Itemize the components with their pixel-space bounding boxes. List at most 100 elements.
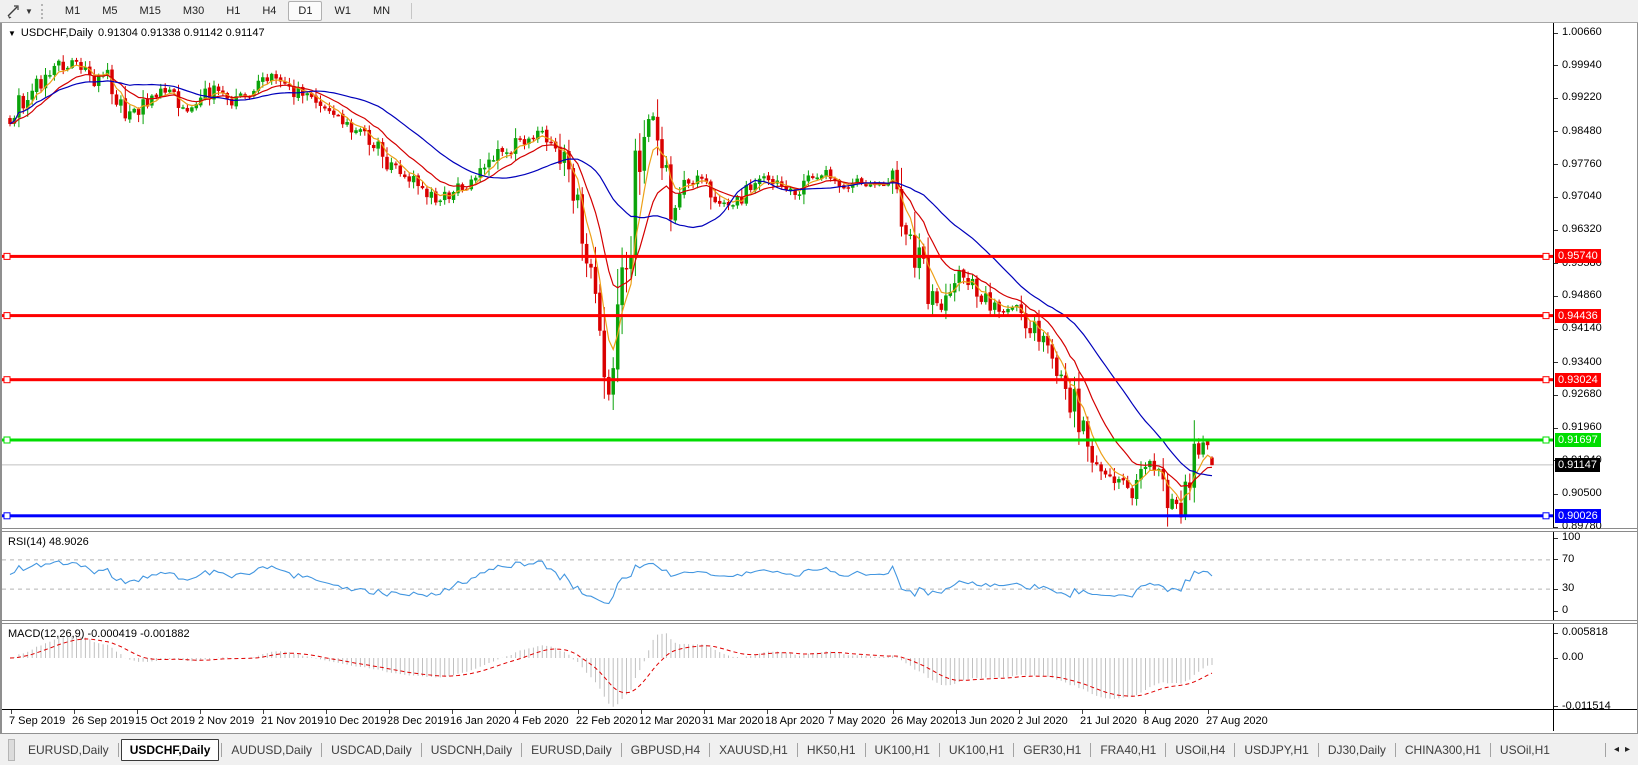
rsi-canvas[interactable] [2,532,1553,620]
date-label: 18 Apr 2020 [765,715,825,727]
chart-tab-ger30-h1[interactable]: GER30,H1 [1016,739,1088,761]
price-axis-tick: 0.90500 [1562,487,1602,499]
price-axis-tick: 0.93400 [1562,356,1602,368]
price-tick-mark [1554,65,1558,66]
hline-price-tag: 0.94436 [1555,309,1601,323]
rsi-label: RSI(14) 48.9026 [8,536,89,548]
timeframe-button-m15[interactable]: M15 [129,1,170,21]
date-tick-mark [389,710,390,714]
tab-scroll-right-icon[interactable]: ▸ [1625,744,1630,755]
chart-tab-fra40-h1[interactable]: FRA40,H1 [1093,739,1163,761]
macd-canvas[interactable] [2,624,1553,709]
chart-tab-china300-h1[interactable]: CHINA300,H1 [1398,739,1488,761]
price-tick-mark [1554,197,1558,198]
chart-tab-hk50-h1[interactable]: HK50,H1 [800,739,863,761]
date-label: 7 Sep 2019 [9,715,66,727]
date-label: 7 May 2020 [828,715,886,727]
tab-divider [420,742,422,757]
chart-tab-audusd-daily[interactable]: AUDUSD,Daily [224,739,319,761]
date-label: 21 Nov 2019 [261,715,324,727]
price-tick-mark [1554,230,1558,231]
date-tick-mark [452,710,453,714]
price-tick-mark [1554,131,1558,132]
chart-region: ▼ USDCHF,Daily 0.91304 0.91338 0.91142 0… [0,23,1638,733]
date-tick-mark [263,710,264,714]
chart-tab-usoil-h1[interactable]: USOil,H1 [1493,739,1557,761]
date-tick-mark [137,710,138,714]
chart-tab-dj30-daily[interactable]: DJ30,Daily [1321,739,1393,761]
rsi-label-text: RSI(14) 48.9026 [8,536,89,548]
macd-axis-tick: 0.00 [1562,651,1584,663]
tab-scroll-controls: ◂ ▸ [1595,742,1638,757]
chart-tab-xauusd-h1[interactable]: XAUUSD,H1 [712,739,795,761]
date-tick-mark [515,710,516,714]
tab-divider [864,742,866,757]
price-axis-tick: 0.99940 [1562,59,1602,71]
date-label: 27 Aug 2020 [1206,715,1268,727]
macd-axis: 0.005818 0.00 -0.011514 [1554,624,1637,712]
price-tick-mark [1554,428,1558,429]
timeframe-button-h1[interactable]: H1 [216,1,250,21]
tab-divider [1234,742,1236,757]
date-label: 16 Jan 2020 [450,715,511,727]
main-chart-panel: ▼ USDCHF,Daily 0.91304 0.91338 0.91142 0… [2,23,1637,532]
rsi-tick-mark [1554,538,1558,539]
timeframe-button-d1[interactable]: D1 [288,1,323,21]
date-label: 28 Dec 2019 [387,715,450,727]
price-axis-tick: 0.94860 [1562,289,1602,301]
price-axis-tick: 0.94140 [1562,322,1602,334]
date-axis[interactable]: 7 Sep 2019 26 Sep 2019 15 Oct 2019 2 Nov 20… [2,710,1554,731]
chart-tab-uk100-h1[interactable]: UK100,H1 [942,739,1011,761]
timeframe-button-m5[interactable]: M5 [92,1,127,21]
price-axis-tick: 0.98480 [1562,125,1602,137]
main-chart-plot[interactable]: ▼ USDCHF,Daily 0.91304 0.91338 0.91142 0… [2,23,1554,528]
tab-divider [709,742,711,757]
price-tick-mark [1554,362,1558,363]
candlestick-canvas[interactable] [2,23,1553,528]
chart-tab-usdcnh-daily[interactable]: USDCNH,Daily [424,739,519,761]
timeframe-button-w1[interactable]: W1 [324,1,361,21]
rsi-axis: 100 70 30 0 [1554,531,1637,620]
chart-tab-usdchf-daily[interactable]: USDCHF,Daily [120,738,220,761]
chart-tab-gbpusd-h4[interactable]: GBPUSD,H4 [624,739,707,761]
timeframe-button-h4[interactable]: H4 [252,1,286,21]
macd-plot[interactable]: MACD(12,26,9) -0.000419 -0.001882 [2,624,1554,709]
tab-scroll-left-icon[interactable]: ◂ [1614,744,1619,755]
timeframe-button-mn[interactable]: MN [363,1,400,21]
chart-tool-icon[interactable]: ▼ [4,3,35,20]
rsi-axis-tick: 0 [1562,604,1569,616]
chart-tab-usdcad-daily[interactable]: USDCAD,Daily [324,739,419,761]
collapse-caret-icon[interactable]: ▼ [8,29,16,38]
price-tick-mark [1554,395,1558,396]
price-axis-tick: 0.92680 [1562,388,1602,400]
timeframe-toolbar: ▼ M1 M5 M15 M30 H1 H4 D1 W1 MN [0,0,1638,23]
date-axis-corner [1554,710,1637,731]
date-label: 8 Aug 2020 [1143,715,1199,727]
chevron-down-icon: ▼ [25,6,33,16]
tab-divider [938,742,940,757]
price-axis-tick: 0.99220 [1562,91,1602,103]
tab-divider [1604,742,1606,757]
date-tick-mark [1019,710,1020,714]
tab-divider [1013,742,1015,757]
timeframe-button-m1[interactable]: M1 [55,1,90,21]
tab-divider [1317,742,1319,757]
tab-divider [521,742,523,757]
chart-tab-eurusd-daily[interactable]: EURUSD,Daily [524,739,619,761]
price-axis-tick: 0.96320 [1562,223,1602,235]
chart-tab-usoil-h4[interactable]: USOil,H4 [1168,739,1232,761]
date-tick-mark [1208,710,1209,714]
date-label: 26 Sep 2019 [72,715,135,727]
date-label: 13 Jun 2020 [954,715,1015,727]
price-tick-mark [1554,263,1558,264]
mt4-window: ▼ M1 M5 M15 M30 H1 H4 D1 W1 MN ▼ USDCHF,Daily 0.… [0,0,1638,765]
rsi-plot[interactable]: RSI(14) 48.9026 [2,532,1554,620]
price-tick-mark [1554,527,1558,528]
chart-tab-eurusd-daily[interactable]: EURUSD,Daily [21,739,116,761]
chart-tab-usdjpy-h1[interactable]: USDJPY,H1 [1237,739,1315,761]
tab-divider [620,742,622,757]
date-tick-mark [830,710,831,714]
chart-tab-uk100-h1[interactable]: UK100,H1 [868,739,937,761]
date-tick-mark [326,710,327,714]
timeframe-button-m30[interactable]: M30 [173,1,214,21]
